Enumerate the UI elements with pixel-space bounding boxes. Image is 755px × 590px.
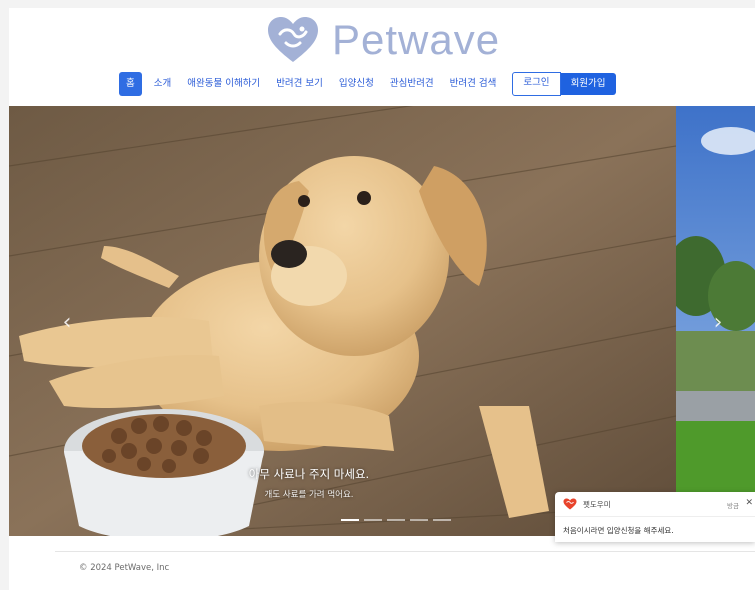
carousel-indicator[interactable] [433, 519, 451, 521]
footer-copyright: © 2024 PetWave, Inc [79, 563, 170, 573]
nav-item-understand-pets[interactable]: 애완동물 이해하기 [179, 72, 268, 96]
main-nav: 홈 소개 애완동물 이해하기 반려견 보기 입양신청 관심반려견 반려견 검색 … [119, 72, 616, 96]
chat-bot-name: 펫도우미 [583, 499, 611, 509]
chat-timestamp: 방금 [727, 502, 739, 510]
signup-button[interactable]: 회원가입 [560, 73, 616, 95]
heart-dog-logo-icon [268, 17, 318, 62]
heart-logo-icon [563, 498, 577, 510]
nav-item-adoption[interactable]: 입양신청 [331, 72, 382, 96]
nav-item-search[interactable]: 반려견 검색 [442, 72, 505, 96]
chevron-right-icon: › [713, 310, 723, 335]
carousel-indicators [341, 519, 451, 521]
carousel-indicator[interactable] [364, 519, 382, 521]
page: Petwave 홈 소개 애완동물 이해하기 반려견 보기 입양신청 관심반려견… [9, 8, 755, 590]
caption-title: 아무 사료나 주지 마세요. [248, 467, 370, 481]
nav-item-home[interactable]: 홈 [119, 72, 142, 96]
carousel-next-button[interactable]: › [708, 311, 728, 335]
hero-carousel: ‹ › 아무 사료나 주지 마세요. 개도 사료를 가려 먹어요. [9, 106, 755, 536]
brand-name: Petwave [332, 16, 501, 63]
nav-item-view-dogs[interactable]: 반려견 보기 [268, 72, 331, 96]
carousel-caption: 아무 사료나 주지 마세요. 개도 사료를 가려 먹어요. [169, 466, 449, 500]
chat-widget[interactable]: 펫도우미 방금 ✕ 처음이시라면 입양신청을 해주세요. [555, 492, 755, 542]
footer-divider [55, 551, 755, 552]
chevron-left-icon: ‹ [62, 310, 72, 335]
carousel-indicator[interactable] [387, 519, 405, 521]
chat-header: 펫도우미 방금 ✕ [555, 492, 755, 517]
carousel-indicator[interactable] [341, 519, 359, 521]
nav-item-favorites[interactable]: 관심반려견 [382, 72, 442, 96]
nav-item-about[interactable]: 소개 [146, 72, 179, 96]
close-icon[interactable]: ✕ [745, 498, 753, 508]
caption-subtitle: 개도 사료를 가려 먹어요. [264, 490, 354, 500]
site-logo[interactable]: Petwave [266, 14, 500, 66]
carousel-prev-button[interactable]: ‹ [57, 311, 77, 335]
carousel-indicator[interactable] [410, 519, 428, 521]
chat-message: 처음이시라면 입양신청을 해주세요. [563, 526, 674, 535]
login-button[interactable]: 로그인 [512, 72, 561, 96]
